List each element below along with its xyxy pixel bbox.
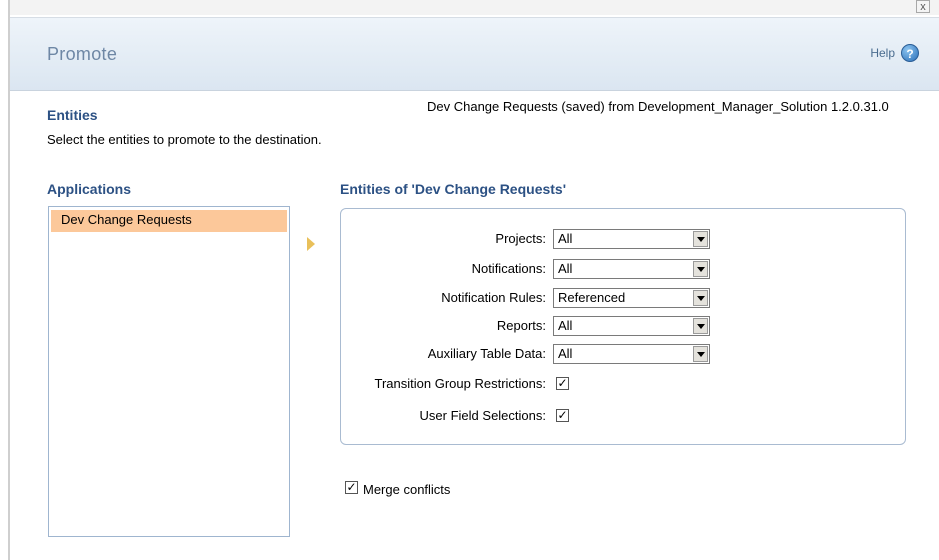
notification-rules-select[interactable]: Referenced (553, 288, 710, 308)
transition-group-restrictions-checkbox[interactable]: ✓ (556, 377, 569, 390)
list-item[interactable]: Dev Change Requests (51, 210, 287, 232)
help-icon[interactable]: ? (901, 44, 919, 62)
close-icon[interactable]: x (916, 0, 930, 13)
chevron-down-icon[interactable] (693, 231, 708, 247)
merge-conflicts-label[interactable]: Merge conflicts (363, 482, 450, 497)
chevron-down-icon[interactable] (693, 318, 708, 334)
auxiliary-table-data-select[interactable]: All (553, 344, 710, 364)
user-field-selections-label: User Field Selections: (419, 408, 546, 423)
merge-conflicts-checkbox[interactable]: ✓ (345, 481, 358, 494)
notifications-select[interactable]: All (553, 259, 710, 279)
user-field-selections-checkbox[interactable]: ✓ (556, 409, 569, 422)
notifications-value: All (558, 261, 573, 276)
help-label[interactable]: Help (870, 46, 895, 60)
transition-group-restrictions-label: Transition Group Restrictions: (374, 376, 546, 391)
chevron-down-icon[interactable] (693, 346, 708, 362)
help-link[interactable]: Help ? (870, 44, 919, 62)
reports-select[interactable]: All (553, 316, 710, 336)
projects-value: All (558, 231, 573, 246)
chevron-down-icon[interactable] (693, 261, 708, 277)
notification-rules-label: Notification Rules: (441, 290, 546, 305)
auxiliary-table-data-label: Auxiliary Table Data: (427, 346, 546, 361)
applications-heading: Applications (47, 181, 132, 197)
applications-list[interactable]: Dev Change Requests (48, 206, 290, 537)
chevron-down-icon[interactable] (693, 290, 708, 306)
instructions-text: Select the entities to promote to the de… (47, 132, 322, 147)
notification-rules-value: Referenced (558, 290, 626, 305)
entities-panel-heading: Entities of 'Dev Change Requests' (340, 181, 567, 197)
reports-label: Reports: (496, 318, 546, 333)
projects-label: Projects: (495, 231, 546, 246)
arrow-right-icon (307, 237, 315, 251)
entities-heading: Entities (47, 107, 98, 123)
reports-value: All (558, 318, 573, 333)
source-description: Dev Change Requests (saved) from Develop… (427, 99, 889, 114)
page-header: Promote Help ? (10, 17, 939, 91)
window-title-bar (10, 0, 939, 15)
notifications-label: Notifications: (471, 261, 546, 276)
auxiliary-table-data-value: All (558, 346, 573, 361)
projects-select[interactable]: All (553, 229, 710, 249)
page-title: Promote (47, 44, 118, 64)
